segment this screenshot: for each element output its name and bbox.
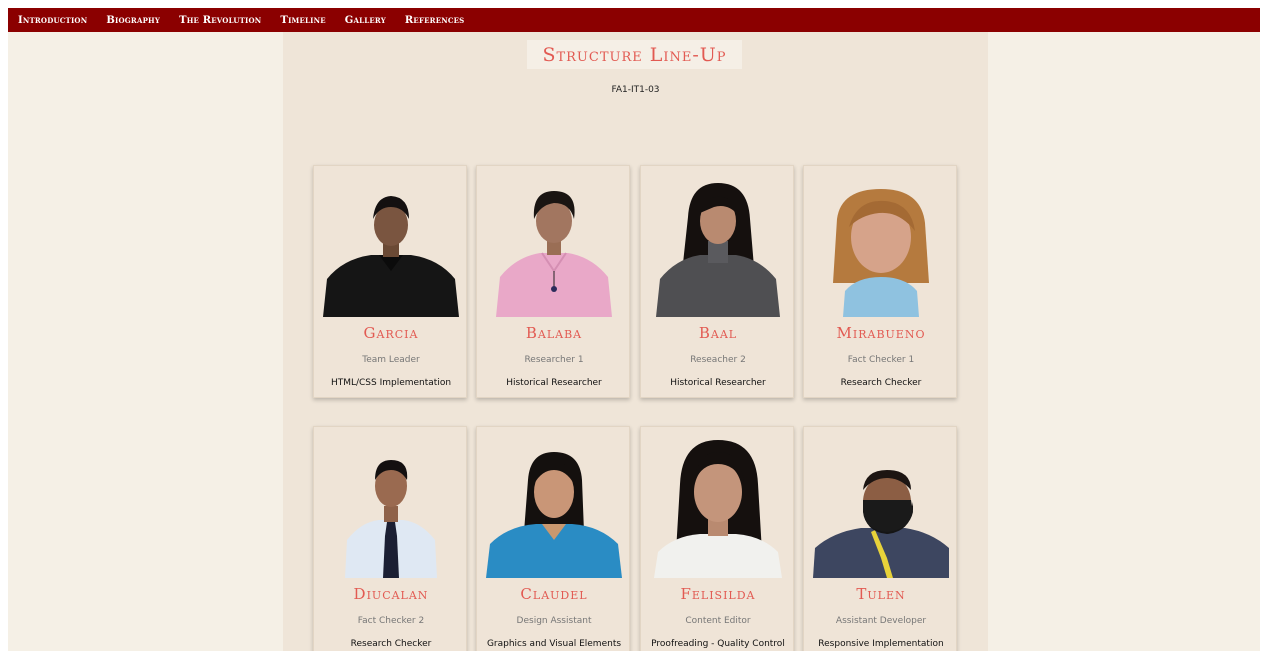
member-role: Assistant Developer [835, 616, 927, 626]
member-task: Graphics and Visual Elements [486, 639, 622, 649]
member-card-claudel: Claudel Design Assistant Graphics and Vi… [476, 426, 630, 651]
member-task: HTML/CSS Implementation [330, 378, 452, 388]
nav-link-the-revolution[interactable]: The Revolution [179, 15, 261, 26]
member-photo [323, 179, 459, 317]
member-card-baal: Baal Reseacher 2 Historical Researcher [640, 165, 794, 398]
nav-link-references[interactable]: References [405, 15, 464, 26]
nav-link-introduction[interactable]: Introduction [18, 15, 87, 26]
member-name: Diucalan [353, 585, 429, 603]
nav-link-biography[interactable]: Biography [106, 15, 160, 26]
member-task: Research Checker [350, 639, 432, 649]
member-name: Balaba [525, 324, 583, 342]
member-photo [650, 179, 786, 317]
member-task: Historical Researcher [506, 378, 602, 388]
member-photo [486, 440, 622, 578]
nav-link-timeline[interactable]: Timeline [280, 15, 325, 26]
member-name: Garcia [363, 324, 419, 342]
member-card-balaba: Balaba Researcher 1 Historical Researche… [476, 165, 630, 398]
member-task: Responsive Implementation [818, 639, 944, 649]
member-photo [813, 179, 949, 317]
page-title: Structure Line-Up [542, 43, 727, 66]
member-card-tulen: Tulen Assistant Developer Responsive Imp… [803, 426, 957, 651]
member-role: Fact Checker 2 [357, 616, 425, 626]
member-role: Content Editor [685, 616, 751, 626]
member-card-garcia: Garcia Team Leader HTML/CSS Implementati… [313, 165, 467, 398]
member-card-diucalan: Diucalan Fact Checker 2 Research Checker [313, 426, 467, 651]
member-role: Fact Checker 1 [847, 355, 915, 365]
member-card-felisilda: Felisilda Content Editor Proofreading - … [640, 426, 794, 651]
section-code: FA1-IT1-03 [611, 85, 660, 95]
top-navbar: Introduction Biography The Revolution Ti… [8, 8, 1260, 32]
member-photo [486, 179, 622, 317]
nav-link-gallery[interactable]: Gallery [345, 15, 386, 26]
page: Introduction Biography The Revolution Ti… [8, 8, 1260, 651]
member-role: Researcher 1 [524, 355, 584, 365]
member-task: Historical Researcher [670, 378, 766, 388]
member-name: Mirabueno [836, 324, 926, 342]
member-name: Claudel [520, 585, 588, 603]
member-name: Tulen [856, 585, 906, 603]
member-name: Baal [698, 324, 738, 342]
member-card-mirabueno: Mirabueno Fact Checker 1 Research Checke… [803, 165, 957, 398]
member-photo [650, 440, 786, 578]
member-photo [813, 440, 949, 578]
member-role: Design Assistant [516, 616, 592, 626]
title-box: Structure Line-Up [527, 40, 742, 69]
member-task: Research Checker [840, 378, 922, 388]
member-task: Proofreading - Quality Control [651, 639, 785, 649]
member-role: Reseacher 2 [690, 355, 746, 365]
member-name: Felisilda [680, 585, 756, 603]
main-content: Structure Line-Up FA1-IT1-03 Garcia Team… [283, 32, 988, 651]
member-photo [323, 440, 459, 578]
member-role: Team Leader [362, 355, 420, 365]
